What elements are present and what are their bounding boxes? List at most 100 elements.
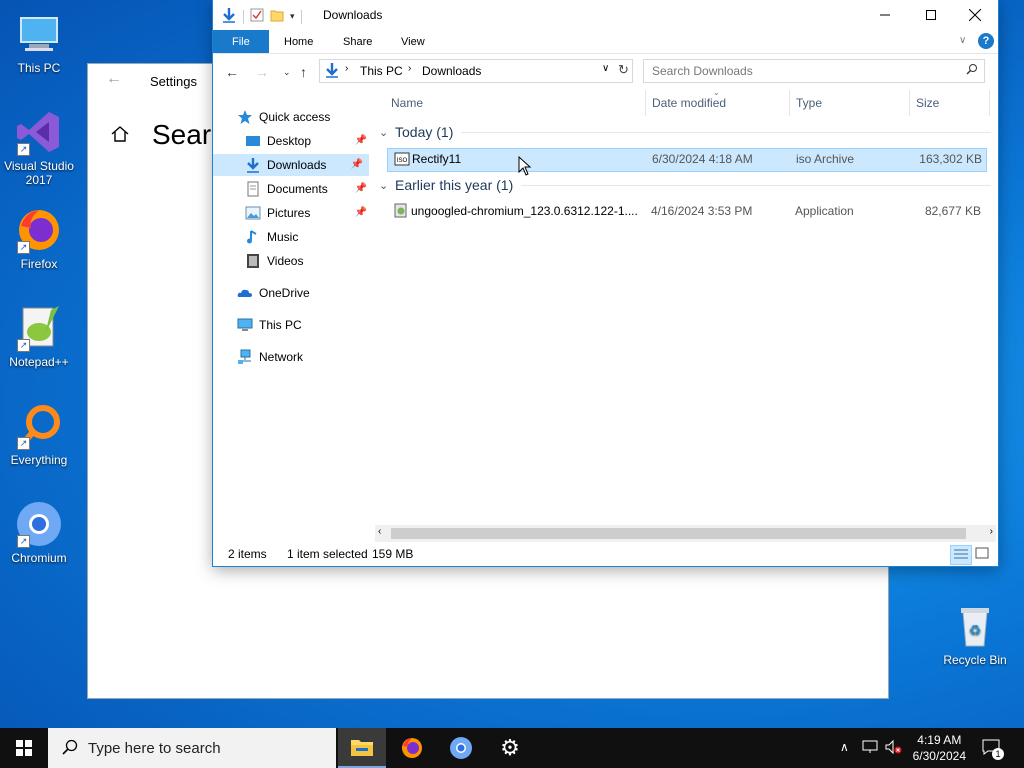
column-divider[interactable] <box>909 90 910 116</box>
selection-size: 159 MB <box>372 547 414 561</box>
firefox-icon <box>402 738 422 758</box>
back-arrow-icon[interactable]: ← <box>106 70 122 88</box>
pin-icon[interactable]: 📌 <box>355 202 367 224</box>
nav-quick-access[interactable]: Quick access <box>237 106 330 128</box>
desktop-icon-this-pc[interactable]: This PC <box>0 10 78 75</box>
scrollbar-thumb[interactable] <box>391 528 966 539</box>
taskbar-settings[interactable]: ⚙ <box>486 728 534 768</box>
breadcrumb-this-pc[interactable]: This PC <box>360 64 403 78</box>
nav-label: Downloads <box>267 158 327 172</box>
column-header-name[interactable]: Name <box>391 96 423 110</box>
file-explorer-window[interactable]: ▾ Downloads File Home Share View ∨ ? ← →… <box>213 0 998 566</box>
network-status-icon[interactable] <box>862 740 878 757</box>
tab-file[interactable]: File <box>213 30 269 53</box>
file-row[interactable]: ungoogled-chromium_123.0.6312.122-1.... … <box>387 201 985 223</box>
search-box[interactable]: Search Downloads <box>643 59 985 83</box>
column-divider[interactable] <box>989 90 990 116</box>
taskbar-file-explorer[interactable] <box>338 728 386 768</box>
desktop-icon-label: Recycle Bin <box>943 653 1007 667</box>
computer-icon <box>15 10 63 58</box>
up-button[interactable]: ↑ <box>300 64 307 80</box>
file-explorer-icon <box>351 740 373 756</box>
minimize-button[interactable] <box>862 0 908 30</box>
properties-checkbox-icon[interactable] <box>250 8 264 25</box>
desktop-icon-label: Firefox <box>20 257 58 271</box>
videos-film-icon <box>245 253 261 269</box>
recent-locations-chevron-icon[interactable]: ⌄ <box>283 67 291 78</box>
nav-label: Desktop <box>267 134 312 148</box>
system-clock[interactable]: 4:19 AM 6/30/2024 <box>913 732 966 764</box>
column-divider[interactable] <box>645 90 646 116</box>
collapse-chevron-icon[interactable]: ⌄ <box>379 126 389 139</box>
nav-downloads[interactable]: Downloads 📌 <box>213 154 369 176</box>
scroll-left-icon[interactable]: ‹ <box>378 526 381 537</box>
pin-icon[interactable]: 📌 <box>351 154 363 176</box>
details-view-icon <box>954 549 968 559</box>
nav-network[interactable]: Network <box>237 346 303 368</box>
taskbar-search-box[interactable]: Type here to search <box>48 728 336 768</box>
desktop-icon-everything[interactable]: ↗ Everything <box>0 402 78 467</box>
column-header-size[interactable]: Size <box>916 96 939 110</box>
details-view-button[interactable] <box>950 545 972 565</box>
maximize-button[interactable] <box>908 0 954 30</box>
pin-icon[interactable]: 📌 <box>355 178 367 200</box>
expand-ribbon-chevron-icon[interactable]: ∨ <box>959 35 966 46</box>
large-icons-view-button[interactable] <box>975 546 989 563</box>
volume-muted-icon[interactable] <box>885 739 903 757</box>
address-history-chevron-icon[interactable]: ∨ <box>602 63 609 74</box>
help-icon[interactable]: ? <box>978 33 994 49</box>
start-button[interactable] <box>0 728 48 768</box>
group-header-earlier-this-year[interactable]: ⌄ Earlier this year (1) <box>379 177 991 193</box>
nav-this-pc[interactable]: This PC <box>237 314 302 336</box>
nav-music[interactable]: Music <box>245 226 298 248</box>
item-count: 2 items <box>228 547 267 561</box>
home-icon[interactable] <box>110 124 130 147</box>
svg-text:ISO: ISO <box>397 158 408 164</box>
back-button[interactable]: ← <box>225 64 239 80</box>
file-type: Application <box>795 204 854 218</box>
nav-onedrive[interactable]: OneDrive <box>237 282 310 304</box>
nav-label: Network <box>259 350 304 364</box>
breadcrumb-downloads[interactable]: Downloads <box>422 64 481 78</box>
taskbar-firefox[interactable] <box>388 728 436 768</box>
group-label: Today (1) <box>395 124 454 140</box>
file-date: 4/16/2024 3:53 PM <box>651 204 753 218</box>
nav-videos[interactable]: Videos <box>245 250 303 272</box>
column-divider[interactable] <box>789 90 790 116</box>
title-bar[interactable]: ▾ Downloads <box>213 0 998 30</box>
scroll-right-icon[interactable]: › <box>990 526 993 537</box>
desktop-icon-visual-studio[interactable]: ↗ Visual Studio 2017 <box>0 108 78 187</box>
tab-home[interactable]: Home <box>270 30 327 53</box>
desktop-icon-notepad-plus-plus[interactable]: ↗ Notepad++ <box>0 304 78 369</box>
new-folder-icon[interactable] <box>270 8 284 25</box>
column-header-type[interactable]: Type <box>796 96 822 110</box>
tab-view[interactable]: View <box>387 30 439 53</box>
application-installer-icon <box>393 203 409 222</box>
taskbar-chromium[interactable] <box>437 728 485 768</box>
show-hidden-icons-chevron-icon[interactable]: ∧ <box>840 740 849 754</box>
customize-qat-chevron-icon[interactable]: ▾ <box>290 11 295 22</box>
forward-button[interactable]: → <box>255 64 269 80</box>
nav-documents[interactable]: Documents 📌 <box>245 178 373 200</box>
close-button[interactable] <box>952 0 998 30</box>
file-row[interactable]: ISO Rectify11 6/30/2024 4:18 AM iso Arch… <box>387 148 987 172</box>
horizontal-scrollbar[interactable]: ‹ › <box>375 525 996 542</box>
computer-icon <box>237 317 253 333</box>
group-header-today[interactable]: ⌄ Today (1) <box>379 124 991 140</box>
nav-label: Videos <box>267 254 304 268</box>
collapse-chevron-icon[interactable]: ⌄ <box>379 179 389 192</box>
desktop-icon-firefox[interactable]: ↗ Firefox <box>0 206 78 271</box>
action-center-button[interactable]: 1 <box>980 736 1006 760</box>
pin-icon[interactable]: 📌 <box>355 130 367 152</box>
desktop-icon-chromium[interactable]: ↗ Chromium <box>0 500 78 565</box>
nav-pictures[interactable]: Pictures 📌 <box>245 202 373 224</box>
settings-title: Settings <box>150 74 197 89</box>
column-header-date-modified[interactable]: Date modified <box>652 96 726 110</box>
nav-desktop[interactable]: Desktop 📌 <box>245 130 373 152</box>
address-bar[interactable]: › This PC › Downloads ∨ ↻ <box>319 59 633 83</box>
refresh-icon[interactable]: ↻ <box>618 62 629 78</box>
download-arrow-icon <box>221 7 237 26</box>
tab-share[interactable]: Share <box>329 30 386 53</box>
desktop-icon-recycle-bin[interactable]: ♻ Recycle Bin <box>936 602 1014 667</box>
file-name: ungoogled-chromium_123.0.6312.122-1.... <box>411 204 638 218</box>
